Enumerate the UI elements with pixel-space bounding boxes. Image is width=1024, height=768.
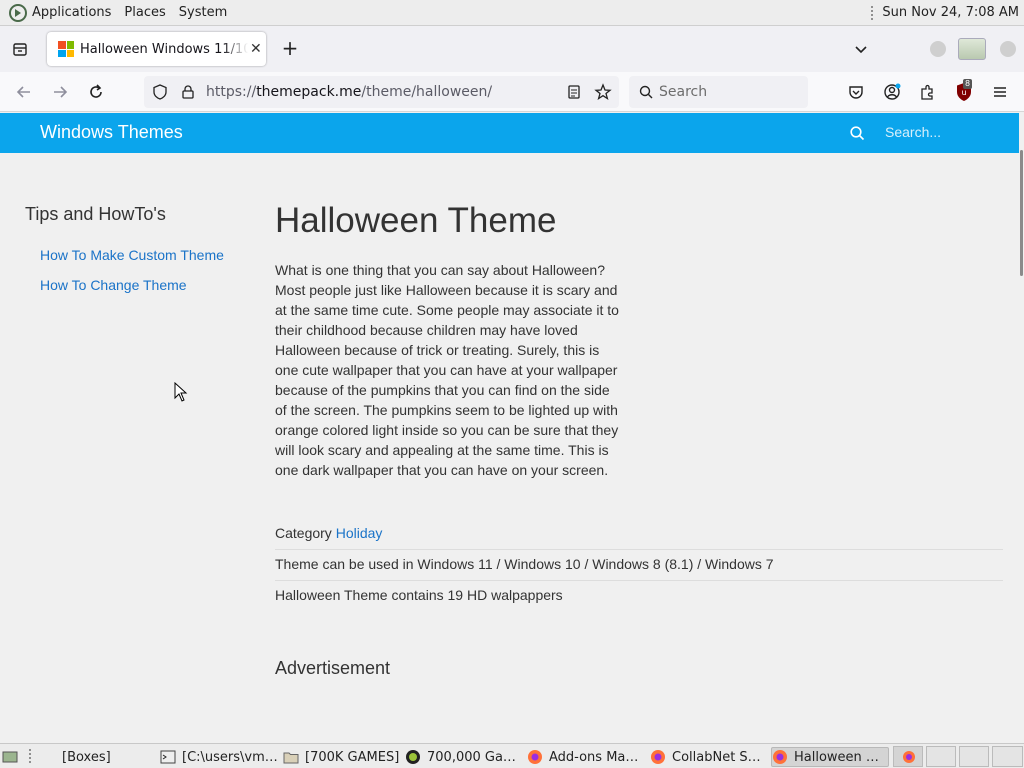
- workspace-1[interactable]: [893, 746, 923, 767]
- taskbar: [Boxes] [C:\users\vm… [700K GAMES] 700,0…: [0, 743, 1024, 768]
- taskbar-grip-handle[interactable]: [28, 748, 32, 764]
- distro-logo-icon[interactable]: [9, 3, 27, 22]
- search-input[interactable]: Search: [629, 76, 808, 108]
- tab-close-icon[interactable]: ✕: [250, 41, 262, 57]
- forward-icon[interactable]: [50, 82, 70, 102]
- show-desktop-icon[interactable]: [2, 747, 24, 767]
- advertisement-heading: Advertisement: [275, 658, 391, 678]
- window-minimize-icon[interactable]: [930, 41, 946, 57]
- wallpaper-count-row: Halloween Theme contains 19 HD walpapper…: [275, 587, 563, 603]
- site-brand-link[interactable]: Windows Themes: [40, 122, 183, 143]
- back-icon[interactable]: [14, 82, 34, 102]
- url-text[interactable]: https://themepack.me/theme/halloween/: [206, 84, 492, 100]
- terminal-icon: [160, 750, 176, 764]
- theme-description: What is one thing that you can say about…: [275, 262, 619, 478]
- search-icon: [639, 85, 653, 99]
- pocket-icon[interactable]: [847, 83, 865, 101]
- firefox-icon: [773, 750, 787, 764]
- sidebar-title: Tips and HowTo's: [25, 204, 166, 224]
- nav-bar: https://themepack.me/theme/halloween/ Se…: [0, 72, 1024, 112]
- scrollbar-thumb[interactable]: [1020, 150, 1023, 276]
- taskbar-item-folder[interactable]: [700K GAMES]: [283, 747, 401, 767]
- url-bar[interactable]: https://themepack.me/theme/halloween/: [144, 76, 619, 108]
- firefox-icon: [528, 750, 542, 764]
- active-tab[interactable]: Halloween Windows 11/10 Theme ✕: [47, 32, 266, 66]
- extension-badge: 8: [963, 79, 973, 89]
- list-all-tabs-icon[interactable]: [852, 40, 870, 58]
- system-menu[interactable]: System: [179, 5, 227, 20]
- mouse-cursor-icon: [174, 382, 188, 402]
- tracking-protection-icon[interactable]: [152, 84, 168, 100]
- extensions-puzzle-icon[interactable]: [919, 83, 937, 101]
- places-menu[interactable]: Places: [124, 5, 165, 20]
- site-search-input[interactable]: Search...: [885, 124, 941, 140]
- category-link[interactable]: Holiday: [336, 525, 383, 541]
- window-thumbnail-icon[interactable]: [958, 38, 986, 60]
- new-tab-button[interactable]: +: [279, 37, 301, 59]
- firefox-icon: [651, 750, 665, 764]
- folder-icon: [283, 752, 299, 764]
- window-close-icon[interactable]: [1000, 41, 1016, 57]
- workspace-2[interactable]: [926, 746, 956, 767]
- page-content: Tips and HowTo's How To Make Custom Them…: [0, 153, 1019, 742]
- taskbar-item-halloween[interactable]: Halloween …: [771, 747, 889, 767]
- taskbar-item-addons[interactable]: Add-ons Ma…: [527, 747, 645, 767]
- bookmark-star-icon[interactable]: [594, 83, 612, 101]
- clock[interactable]: Sun Nov 24, 7:08 AM: [882, 5, 1019, 20]
- panel-grip-handle[interactable]: [870, 4, 875, 21]
- reload-icon[interactable]: [86, 82, 106, 102]
- app-globe-icon: [406, 750, 420, 764]
- taskbar-item-collabnet[interactable]: CollabNet S…: [650, 747, 768, 767]
- hamburger-menu-icon[interactable]: [991, 83, 1009, 101]
- top-panel: Applications Places System Sun Nov 24, 7…: [0, 0, 1024, 26]
- reader-view-icon[interactable]: [566, 84, 582, 100]
- workspace-4[interactable]: [992, 746, 1023, 767]
- applications-menu[interactable]: Applications: [32, 5, 111, 20]
- sidebar-link-custom-theme[interactable]: How To Make Custom Theme: [40, 247, 224, 263]
- tab-bar: Halloween Windows 11/10 Theme ✕ +: [0, 26, 1024, 72]
- compatibility-row: Theme can be used in Windows 11 / Window…: [275, 556, 1003, 581]
- account-icon[interactable]: [883, 83, 901, 101]
- tab-list-icon[interactable]: [8, 37, 32, 61]
- site-search-icon[interactable]: [849, 125, 865, 141]
- taskbar-item-console[interactable]: [C:\users\vm…: [160, 747, 278, 767]
- tab-title: Halloween Windows 11/10 Theme: [80, 41, 248, 57]
- category-row: Category Holiday: [275, 525, 1003, 550]
- site-header: Windows Themes Search...: [0, 113, 1019, 153]
- page-title: Halloween Theme: [275, 201, 557, 240]
- taskbar-item-boxes[interactable]: [Boxes]: [40, 747, 155, 767]
- firefox-icon: [903, 751, 915, 763]
- svg-text:u: u: [961, 88, 966, 97]
- windows-logo-icon: [58, 41, 74, 57]
- taskbar-item-games[interactable]: 700,000 Ga…: [405, 747, 520, 767]
- category-label: Category: [275, 525, 332, 541]
- workspace-3[interactable]: [959, 746, 989, 767]
- sidebar-link-change-theme[interactable]: How To Change Theme: [40, 277, 187, 293]
- lock-icon[interactable]: [180, 84, 196, 100]
